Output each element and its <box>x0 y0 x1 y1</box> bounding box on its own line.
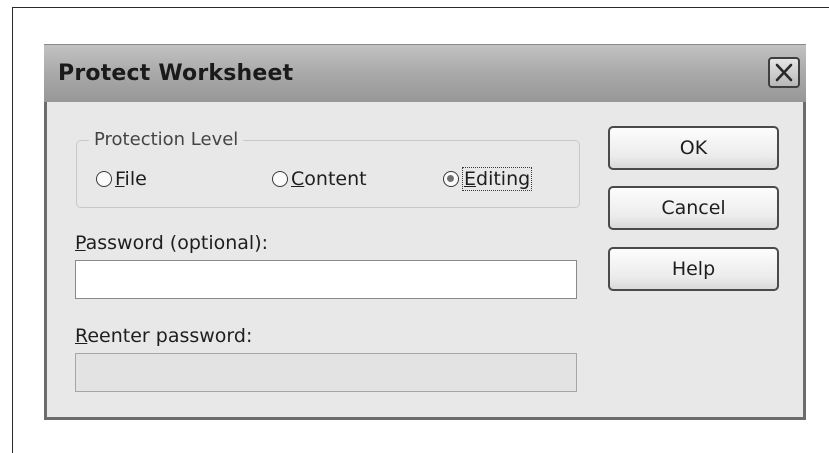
cancel-button[interactable]: Cancel <box>608 186 779 230</box>
protection-level-legend: Protection Level <box>89 129 244 150</box>
radio-content-label: Content <box>291 168 367 190</box>
radio-file-label: File <box>115 168 147 190</box>
password-label: Password (optional): <box>75 232 269 254</box>
ok-button[interactable]: OK <box>608 126 779 170</box>
close-button[interactable] <box>768 57 800 88</box>
radio-content-circle[interactable] <box>272 171 288 187</box>
close-icon <box>775 63 793 82</box>
radio-editing[interactable]: Editing <box>443 167 533 191</box>
protect-worksheet-dialog: Protect Worksheet Protection Level File … <box>44 44 806 420</box>
radio-content[interactable]: Content <box>272 167 367 191</box>
page-frame-left <box>12 7 13 453</box>
dialog-title: Protect Worksheet <box>58 61 294 86</box>
title-bar: Protect Worksheet <box>44 44 806 102</box>
password-input[interactable] <box>75 260 577 299</box>
reenter-password-label: Reenter password: <box>75 325 253 347</box>
radio-editing-label: Editing <box>462 167 533 191</box>
radio-file[interactable]: File <box>96 167 147 191</box>
help-button[interactable]: Help <box>608 247 779 291</box>
radio-editing-circle[interactable] <box>443 171 459 187</box>
protection-level-group: Protection Level File Content Editing <box>76 129 580 208</box>
reenter-password-input[interactable] <box>75 353 577 392</box>
radio-file-circle[interactable] <box>96 171 112 187</box>
page-frame-top <box>12 7 829 8</box>
